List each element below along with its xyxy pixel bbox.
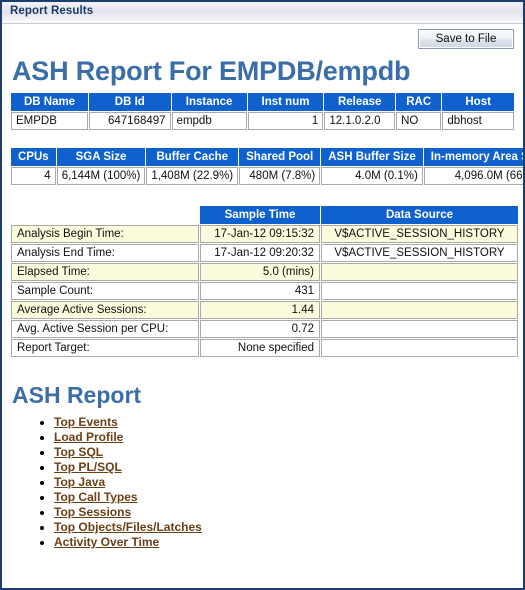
link-top-events[interactable]: Top Events — [54, 415, 118, 429]
col-db-id: DB Id — [89, 93, 171, 111]
cell-value: 17-Jan-12 09:20:32 — [200, 244, 320, 262]
link-top-plsql[interactable]: Top PL/SQL — [54, 460, 122, 474]
cell-db-id: 647168497 — [89, 112, 171, 130]
cell-value: 17-Jan-12 09:15:32 — [200, 225, 320, 243]
memory-info-table: CPUs SGA Size Buffer Cache Shared Pool A… — [10, 147, 523, 186]
cell-source: V$ACTIVE_SESSION_HISTORY — [321, 244, 518, 262]
col-inst-num: Inst num — [247, 93, 324, 111]
col-metric — [11, 206, 199, 224]
table-row: Analysis End Time: 17-Jan-12 09:20:32 V$… — [11, 244, 518, 262]
cell-release: 12.1.0.2.0 — [324, 112, 396, 130]
save-to-file-button[interactable]: Save to File — [418, 29, 514, 49]
col-db-name: DB Name — [11, 93, 89, 111]
table-row: Analysis Begin Time: 17-Jan-12 09:15:32 … — [11, 225, 518, 243]
db-info-table: DB Name DB Id Instance Inst num Release … — [10, 92, 515, 131]
col-ash-buffer-size: ASH Buffer Size — [321, 148, 423, 166]
list-item: Top Sessions — [54, 505, 515, 521]
cell-instance: empdb — [171, 112, 247, 130]
cell-ash-buffer-size: 4.0M (0.1%) — [321, 167, 423, 185]
memory-info-table-wrap: CPUs SGA Size Buffer Cache Shared Pool A… — [10, 147, 523, 186]
list-item: Top Call Types — [54, 490, 515, 506]
cell-source — [321, 263, 518, 281]
link-load-profile[interactable]: Load Profile — [54, 430, 123, 444]
list-item: Top SQL — [54, 445, 515, 461]
window-titlebar: Report Results — [2, 2, 523, 24]
cell-source — [321, 339, 518, 357]
cell-value: 5.0 (mins) — [200, 263, 320, 281]
link-top-call-types[interactable]: Top Call Types — [54, 490, 138, 504]
report-section-link-list: Top Events Load Profile Top SQL Top PL/S… — [10, 415, 515, 551]
table-row: EMPDB 647168497 empdb 1 12.1.0.2.0 NO db… — [11, 112, 514, 130]
col-host: Host — [442, 93, 514, 111]
save-toolbar: Save to File — [10, 24, 515, 54]
cell-source — [321, 282, 518, 300]
link-top-sessions[interactable]: Top Sessions — [54, 505, 131, 519]
cell-label: Report Target: — [11, 339, 199, 357]
page-title: ASH Report For EMPDB/empdb — [12, 56, 411, 86]
cell-sga-size: 6,144M (100%) — [56, 167, 146, 185]
link-top-java[interactable]: Top Java — [54, 475, 105, 489]
table-row: Avg. Active Session per CPU: 0.72 — [11, 320, 518, 338]
report-window: Report Results Save to File ASH Report F… — [0, 0, 525, 590]
col-sga-size: SGA Size — [56, 148, 146, 166]
cell-label: Elapsed Time: — [11, 263, 199, 281]
sample-time-table: Sample Time Data Source Analysis Begin T… — [10, 205, 519, 358]
list-item: Top Java — [54, 475, 515, 491]
db-info-table-wrap: DB Name DB Id Instance Inst num Release … — [10, 92, 515, 131]
report-content: Save to File ASH Report For EMPDB/empdb … — [2, 24, 523, 588]
col-buffer-cache: Buffer Cache — [146, 148, 239, 166]
col-instance: Instance — [171, 93, 247, 111]
cell-source — [321, 301, 518, 319]
link-top-objects-files-latches[interactable]: Top Objects/Files/Latches — [54, 520, 202, 534]
col-sample-time: Sample Time — [200, 206, 320, 224]
cell-value: 1.44 — [200, 301, 320, 319]
col-cpus: CPUs — [11, 148, 56, 166]
cell-buffer-cache: 1,408M (22.9%) — [146, 167, 239, 185]
cell-db-name: EMPDB — [11, 112, 89, 130]
cell-shared-pool: 480M (7.8%) — [239, 167, 321, 185]
cell-value: None specified — [200, 339, 320, 357]
list-item: Top Events — [54, 415, 515, 431]
list-item: Top Objects/Files/Latches — [54, 520, 515, 536]
cell-inst-num: 1 — [247, 112, 324, 130]
table-header-row: Sample Time Data Source — [11, 206, 518, 224]
cell-rac: NO — [396, 112, 442, 130]
cell-source: V$ACTIVE_SESSION_HISTORY — [321, 225, 518, 243]
list-item: Load Profile — [54, 430, 515, 446]
window-title: Report Results — [10, 5, 94, 17]
cell-cpus: 4 — [11, 167, 56, 185]
list-item: Top PL/SQL — [54, 460, 515, 476]
col-rac: RAC — [396, 93, 442, 111]
table-row: Sample Count: 431 — [11, 282, 518, 300]
table-row: Report Target: None specified — [11, 339, 518, 357]
link-top-sql[interactable]: Top SQL — [54, 445, 103, 459]
table-row: Average Active Sessions: 1.44 — [11, 301, 518, 319]
cell-label: Sample Count: — [11, 282, 199, 300]
table-header-row: CPUs SGA Size Buffer Cache Shared Pool A… — [11, 148, 523, 166]
col-inmemory-area-size: In-memory Area Size — [423, 148, 523, 166]
cell-value: 431 — [200, 282, 320, 300]
col-data-source: Data Source — [321, 206, 518, 224]
col-release: Release — [324, 93, 396, 111]
sample-time-table-wrap: Sample Time Data Source Analysis Begin T… — [10, 205, 518, 358]
table-row: Elapsed Time: 5.0 (mins) — [11, 263, 518, 281]
cell-host: dbhost — [442, 112, 514, 130]
cell-label: Analysis Begin Time: — [11, 225, 199, 243]
col-shared-pool: Shared Pool — [239, 148, 321, 166]
cell-value: 0.72 — [200, 320, 320, 338]
list-item: Activity Over Time — [54, 535, 515, 551]
cell-label: Analysis End Time: — [11, 244, 199, 262]
cell-source — [321, 320, 518, 338]
cell-label: Average Active Sessions: — [11, 301, 199, 319]
section-title-ash-report: ASH Report — [12, 382, 142, 408]
link-activity-over-time[interactable]: Activity Over Time — [54, 535, 159, 549]
cell-label: Avg. Active Session per CPU: — [11, 320, 199, 338]
table-header-row: DB Name DB Id Instance Inst num Release … — [11, 93, 514, 111]
table-row: 4 6,144M (100%) 1,408M (22.9%) 480M (7.8… — [11, 167, 523, 185]
cell-inmemory-area-size: 4,096.0M (66.7%) — [423, 167, 523, 185]
